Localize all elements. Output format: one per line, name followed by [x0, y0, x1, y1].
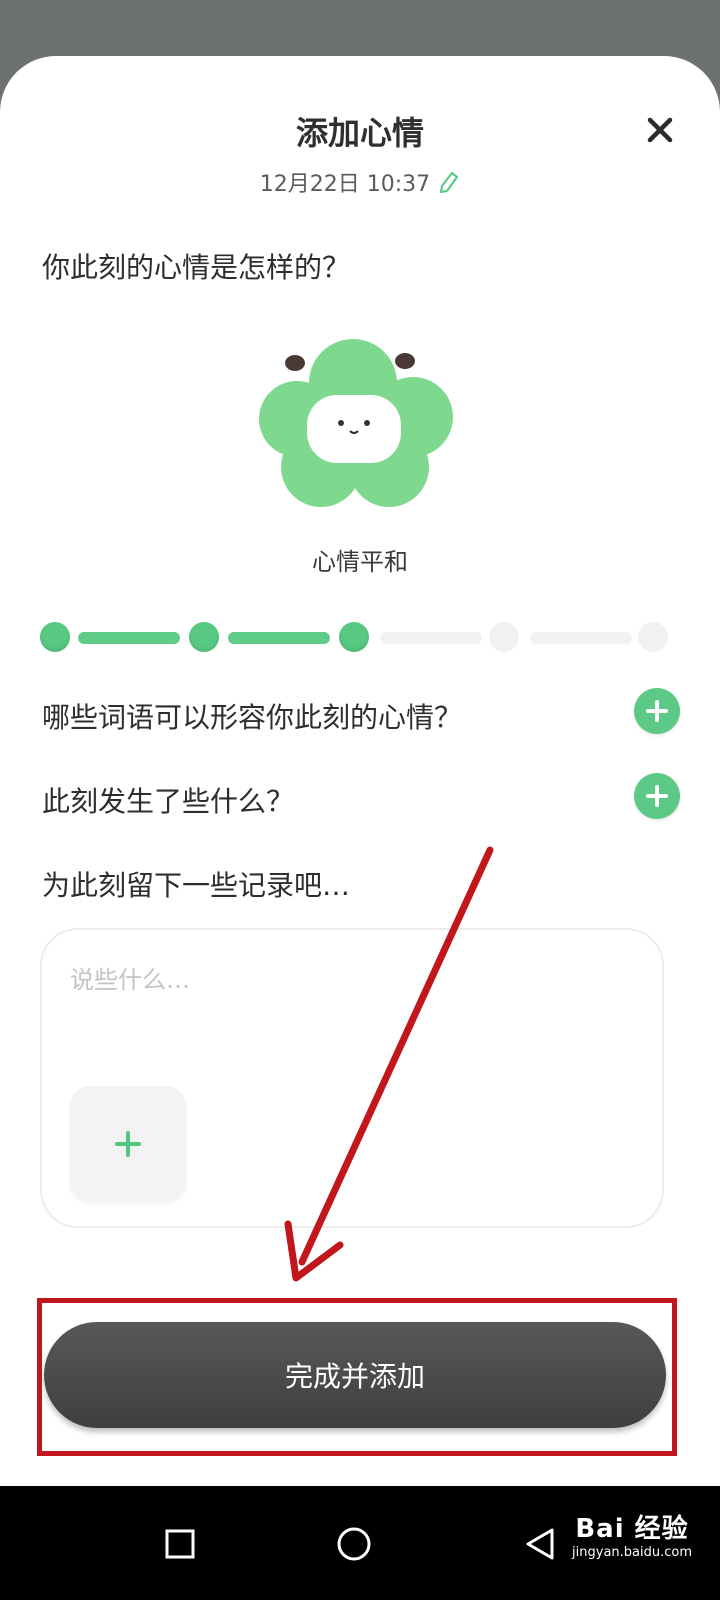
add-photo-button[interactable]	[70, 1086, 186, 1202]
mood-question: 你此刻的心情是怎样的？	[42, 251, 351, 284]
watermark-url: jingyan.baidu.com	[572, 1545, 692, 1560]
mood-mascot-image	[259, 339, 453, 507]
add-words-button[interactable]	[634, 688, 680, 734]
slider-track-segment	[78, 632, 180, 644]
pencil-icon[interactable]	[438, 170, 460, 194]
recents-button[interactable]	[160, 1524, 200, 1564]
datetime-row[interactable]: 12月22日 10:37	[0, 166, 720, 198]
mood-level-3[interactable]	[339, 622, 369, 652]
home-button[interactable]	[334, 1524, 374, 1564]
slider-track-segment	[530, 632, 632, 644]
mood-level-slider[interactable]	[40, 622, 680, 652]
mood-level-5[interactable]	[638, 622, 668, 652]
slider-track-segment	[380, 632, 482, 644]
words-question: 哪些词语可以形容你此刻的心情？	[42, 701, 463, 734]
back-triangle-icon	[526, 1528, 554, 1560]
note-input-box[interactable]: 说些什么…	[40, 928, 664, 1228]
plus-icon	[115, 1131, 141, 1157]
close-button[interactable]	[640, 110, 680, 150]
add-events-button[interactable]	[634, 773, 680, 819]
mood-level-2[interactable]	[189, 622, 219, 652]
mood-level-4[interactable]	[489, 622, 519, 652]
datetime-text: 12月22日 10:37	[259, 172, 431, 197]
events-question: 此刻发生了些什么？	[42, 785, 295, 818]
baidu-jingyan-watermark: Bai 经验 jingyan.baidu.com	[572, 1508, 692, 1560]
watermark-logo: Bai 经验	[575, 1514, 689, 1544]
mascot-ear-left	[285, 355, 305, 371]
plus-icon	[646, 700, 668, 722]
mood-level-1[interactable]	[40, 622, 70, 652]
sheet-title: 添加心情	[295, 114, 424, 152]
mascot-ear-right	[395, 353, 415, 369]
plus-icon	[646, 785, 668, 807]
annotation-highlight-box	[37, 1298, 677, 1456]
circle-icon	[337, 1527, 371, 1561]
mood-label: 心情平和	[312, 548, 408, 576]
back-button[interactable]	[520, 1524, 560, 1564]
square-icon	[165, 1529, 195, 1559]
close-icon	[647, 117, 673, 143]
record-prompt: 为此刻留下一些记录吧…	[42, 869, 351, 902]
slider-track-segment	[228, 632, 330, 644]
note-placeholder: 说些什么…	[70, 966, 190, 994]
